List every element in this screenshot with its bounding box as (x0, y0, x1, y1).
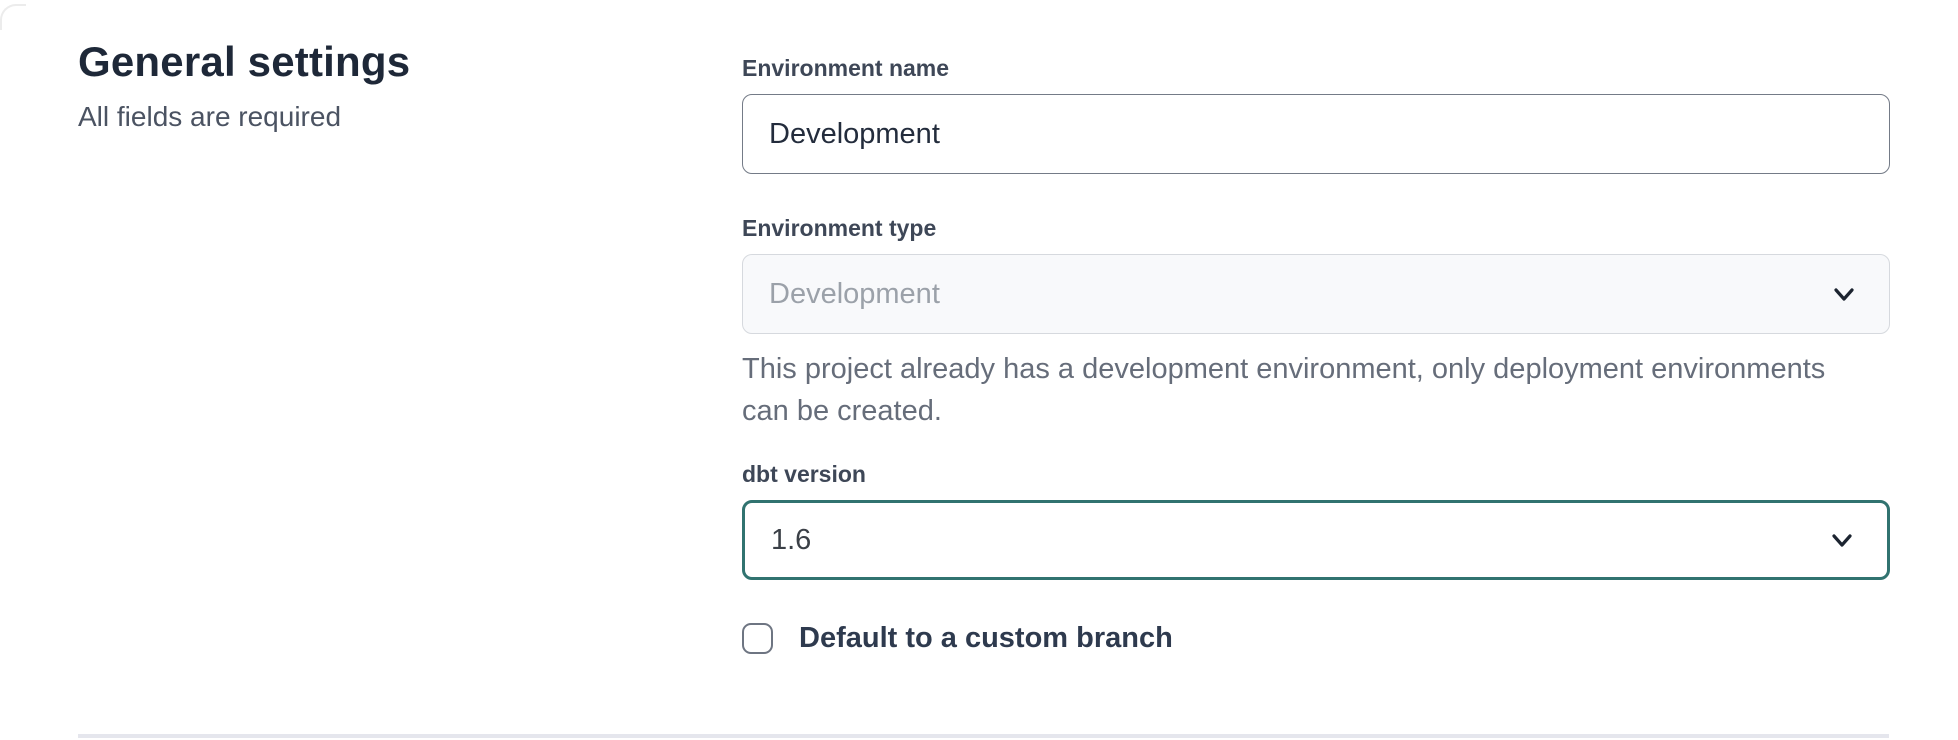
environment-type-select: Development (742, 254, 1890, 334)
section-divider (78, 734, 1889, 738)
chevron-down-icon (1827, 525, 1857, 555)
settings-form: Environment name Environment type Develo… (742, 0, 1890, 656)
custom-branch-checkbox[interactable] (742, 623, 773, 654)
custom-branch-row: Default to a custom branch (742, 620, 1890, 656)
environment-type-selected-value: Development (769, 278, 940, 311)
custom-branch-label[interactable]: Default to a custom branch (799, 620, 1173, 656)
card-corner-decoration (0, 4, 26, 30)
environment-name-label: Environment name (742, 54, 1890, 82)
dbt-version-selected-value: 1.6 (771, 524, 811, 557)
environment-name-input[interactable] (742, 94, 1890, 174)
environment-settings-page: General settings All fields are required… (0, 0, 1958, 740)
environment-type-label: Environment type (742, 214, 1890, 242)
page-title: General settings (78, 36, 678, 88)
chevron-down-icon (1829, 279, 1859, 309)
dbt-version-select[interactable]: 1.6 (742, 500, 1890, 580)
environment-type-help-text: This project already has a development e… (742, 348, 1842, 432)
dbt-version-label: dbt version (742, 460, 1890, 488)
page-subtitle: All fields are required (78, 100, 678, 134)
settings-header: General settings All fields are required (78, 36, 678, 134)
